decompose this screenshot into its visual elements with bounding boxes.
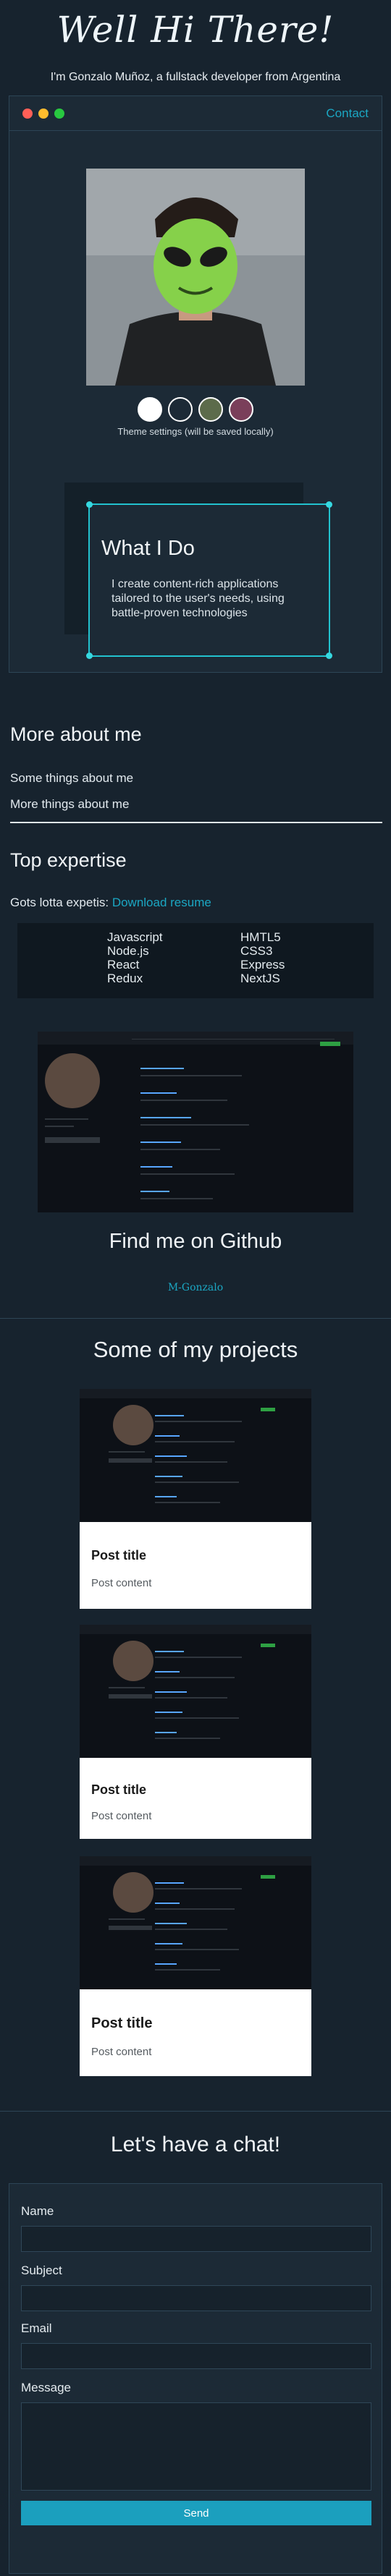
page-title: Well Hi There! [56, 9, 335, 51]
minimize-dot-icon[interactable] [38, 109, 49, 119]
theme-swatch-light[interactable] [138, 397, 162, 422]
resize-handle[interactable] [86, 501, 93, 508]
expertise-intro: Gots lotta expetis: Download resume [10, 896, 211, 910]
post-title: Post title [91, 1782, 147, 1797]
skill-item: HMTL5 [240, 930, 281, 944]
about-line: More things about me [10, 797, 130, 811]
profile-photo [86, 169, 305, 386]
download-resume-link[interactable]: Download resume [112, 896, 211, 909]
resize-handle[interactable] [86, 652, 93, 659]
skill-item: Node.js [107, 944, 149, 958]
send-button[interactable]: Send [21, 2501, 371, 2525]
message-label: Message [21, 2381, 71, 2394]
about-line: Some things about me [10, 771, 134, 785]
post-content: Post content [91, 2046, 152, 2058]
name-field[interactable] [21, 2226, 371, 2252]
theme-swatch-olive[interactable] [198, 397, 223, 422]
divider [10, 822, 382, 823]
post-title: Post title [91, 2015, 153, 2031]
post-thumbnail[interactable] [80, 1856, 311, 1989]
post-content: Post content [91, 1577, 152, 1589]
theme-settings-note: Theme settings (will be saved locally) [117, 426, 274, 437]
skills-box: Javascript Node.js React Redux HMTL5 CSS… [17, 923, 374, 998]
avatar [113, 1872, 154, 1913]
avatar [113, 1405, 154, 1445]
window-titlebar: Contact [9, 96, 382, 131]
about-heading: More about me [10, 723, 142, 745]
post-title: Post title [91, 1548, 147, 1563]
contact-heading: Let's have a chat! [110, 2133, 281, 2156]
post-card[interactable]: Post title Post content [80, 1758, 311, 1839]
post-thumbnail[interactable] [80, 1625, 311, 1758]
maximize-dot-icon[interactable] [54, 109, 64, 119]
skill-item: Redux [107, 972, 143, 985]
subject-field[interactable] [21, 2285, 371, 2311]
post-card[interactable]: Post title Post content [80, 1522, 311, 1609]
close-dot-icon[interactable] [22, 109, 33, 119]
github-profile-link[interactable]: M-Gonzalo [0, 1282, 391, 1293]
skill-item: NextJS [240, 972, 280, 985]
message-field[interactable] [21, 2402, 371, 2491]
post-content: Post content [91, 1810, 152, 1822]
intro-window: Contact Theme settings (will be saved lo… [9, 95, 382, 673]
what-i-do-card[interactable]: What I Do I create content-rich applicat… [86, 501, 332, 659]
avatar [45, 1053, 100, 1108]
contact-link[interactable]: Contact [326, 106, 369, 121]
theme-swatch-plum[interactable] [229, 397, 253, 422]
divider [0, 1318, 391, 1319]
page-subtitle: I'm Gonzalo Muñoz, a fullstack developer… [50, 71, 341, 83]
skill-item: Express [240, 958, 285, 972]
email-label: Email [21, 2321, 52, 2335]
contact-form: Name Subject Email Message Send [9, 2183, 382, 2574]
expertise-heading: Top expertise [10, 849, 127, 871]
github-profile-screenshot[interactable] [38, 1032, 353, 1212]
github-heading: Find me on Github [109, 1230, 282, 1253]
resize-handle[interactable] [326, 501, 332, 508]
email-field[interactable] [21, 2343, 371, 2369]
skill-item: CSS3 [240, 944, 273, 958]
card-title: What I Do [101, 537, 195, 560]
expertise-intro-text: Gots lotta expetis: [10, 896, 109, 909]
divider [0, 2111, 391, 2112]
subject-label: Subject [21, 2263, 62, 2277]
theme-swatch-dark[interactable] [168, 397, 193, 422]
name-label: Name [21, 2204, 54, 2218]
card-body: I create content-rich applications tailo… [112, 578, 285, 619]
avatar [113, 1641, 154, 1681]
skill-item: Javascript [107, 930, 163, 944]
skill-item: React [107, 958, 140, 972]
resize-handle[interactable] [326, 652, 332, 659]
github-topbar [38, 1032, 353, 1045]
projects-heading: Some of my projects [93, 1337, 298, 1362]
post-thumbnail[interactable] [80, 1389, 311, 1522]
post-card[interactable]: Post title Post content [80, 1989, 311, 2076]
